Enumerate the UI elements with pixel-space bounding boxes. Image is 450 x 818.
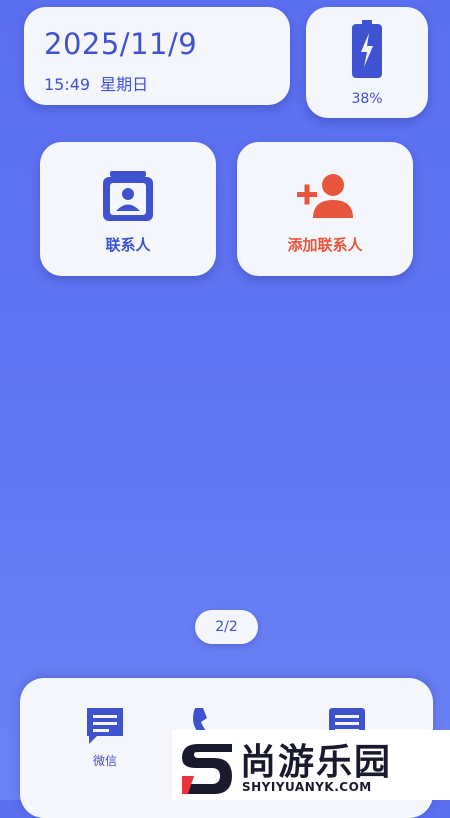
watermark-logo-icon xyxy=(182,744,232,794)
contact-card-icon xyxy=(103,171,153,221)
watermark-url-text: SHYIYUANYK.COM xyxy=(242,780,372,794)
add-contact-label: 添加联系人 xyxy=(287,236,363,254)
watermark-brand-text: 尚游乐园 xyxy=(240,742,393,783)
add-contact-button[interactable]: 添加联系人 xyxy=(237,142,413,276)
weekday-text: 星期日 xyxy=(100,75,149,94)
watermark: 尚游乐园 SHYIYUANYK.COM xyxy=(172,730,450,800)
date-text: 2025/11/9 xyxy=(44,27,198,61)
dock-app-wechat[interactable]: 微信 xyxy=(70,700,140,780)
date-time-widget[interactable]: 2025/11/9 15:49 星期日 xyxy=(24,7,290,105)
chat-bubble-icon xyxy=(87,708,123,744)
battery-level: 38% xyxy=(351,91,383,107)
page-indicator: 2/2 xyxy=(195,610,258,644)
contacts-button[interactable]: 联系人 xyxy=(40,142,216,276)
time-text: 15:49 xyxy=(44,75,91,94)
time-weekday-line: 15:49 星期日 xyxy=(44,71,148,95)
battery-widget[interactable]: 38% xyxy=(306,7,428,118)
contacts-label: 联系人 xyxy=(105,236,151,254)
add-person-icon xyxy=(297,174,353,218)
battery-charging-icon xyxy=(352,20,382,78)
dock-app-label: 微信 xyxy=(92,754,117,768)
